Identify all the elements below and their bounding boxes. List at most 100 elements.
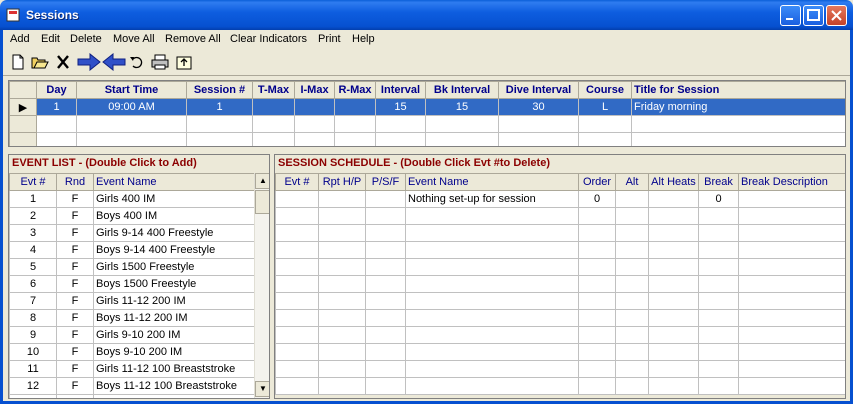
minimize-button[interactable]: [780, 5, 801, 26]
scroll-down-icon[interactable]: ▼: [255, 381, 269, 397]
session-number[interactable]: 1: [186, 98, 253, 116]
event-name[interactable]: Girls 11-12 200 IM: [93, 292, 256, 310]
menu-remove-all[interactable]: Remove All: [165, 33, 221, 45]
event-list-row[interactable]: 8 F Boys 11-12 200 IM: [9, 309, 256, 327]
schedule-row-empty[interactable]: [275, 241, 845, 259]
col-day[interactable]: Day: [36, 81, 77, 99]
event-num[interactable]: 4: [9, 241, 57, 259]
session-interval[interactable]: 15: [375, 98, 426, 116]
event-round[interactable]: F: [56, 309, 94, 327]
col-order[interactable]: Order: [578, 173, 616, 191]
schedule-row-empty[interactable]: [275, 343, 845, 361]
event-list-row[interactable]: 1 F Girls 400 IM: [9, 190, 256, 208]
event-num[interactable]: 5: [9, 258, 57, 276]
sched-break[interactable]: 0: [698, 190, 739, 208]
event-list-row[interactable]: 11 F Girls 11-12 100 Breaststroke: [9, 360, 256, 378]
event-round[interactable]: F: [56, 190, 94, 208]
event-name[interactable]: Girls 9-10 200 IM: [93, 326, 256, 344]
schedule-row[interactable]: Nothing set-up for session 0 0: [275, 190, 845, 208]
event-list-row[interactable]: 9 F Girls 9-10 200 IM: [9, 326, 256, 344]
event-name[interactable]: Girls 11-12 100 Breaststroke: [93, 360, 256, 378]
col-r-max[interactable]: R-Max: [334, 81, 376, 99]
event-list-row[interactable]: 12 F Boys 11-12 100 Breaststroke: [9, 377, 256, 395]
event-num[interactable]: 6: [9, 275, 57, 293]
event-list-scrollbar[interactable]: ▲ ▼: [254, 173, 269, 398]
col-break-description[interactable]: Break Description: [738, 173, 845, 191]
schedule-row-empty[interactable]: [275, 309, 845, 327]
menu-clear-indicators[interactable]: Clear Indicators: [230, 33, 307, 45]
move-left-arrow-icon[interactable]: [102, 53, 126, 71]
event-name[interactable]: Boys 1500 Freestyle: [93, 275, 256, 293]
event-round[interactable]: F: [56, 207, 94, 225]
event-list-row[interactable]: 3 F Girls 9-14 400 Freestyle: [9, 224, 256, 242]
col-course[interactable]: Course: [578, 81, 632, 99]
sched-order[interactable]: 0: [578, 190, 616, 208]
title-bar[interactable]: Sessions: [0, 0, 853, 30]
session-row[interactable]: ▶ 1 09:00 AM 1 15 15 30 L Friday morning: [9, 98, 845, 116]
event-list-row[interactable]: 5 F Girls 1500 Freestyle: [9, 258, 256, 276]
sched-break-description[interactable]: [738, 190, 845, 208]
col-i-max[interactable]: I-Max: [294, 81, 335, 99]
event-round[interactable]: F: [56, 224, 94, 242]
event-name[interactable]: Boys 11-12 100 Breaststroke: [93, 377, 256, 395]
event-list-row[interactable]: 10 F Boys 9-10 200 IM: [9, 343, 256, 361]
col-sched-evt-num[interactable]: Evt #: [275, 173, 319, 191]
event-name[interactable]: Girls 9-10 100 Breaststroke: [93, 394, 256, 398]
event-round[interactable]: F: [56, 241, 94, 259]
event-num[interactable]: 11: [9, 360, 57, 378]
event-round[interactable]: F: [56, 394, 94, 398]
event-list-row[interactable]: 6 F Boys 1500 Freestyle: [9, 275, 256, 293]
schedule-row-empty[interactable]: [275, 377, 845, 395]
col-rnd[interactable]: Rnd: [56, 173, 94, 191]
event-list-row[interactable]: 2 F Boys 400 IM: [9, 207, 256, 225]
schedule-row-empty[interactable]: [275, 292, 845, 310]
event-round[interactable]: F: [56, 377, 94, 395]
undo-icon[interactable]: [128, 53, 146, 71]
schedule-row-empty[interactable]: [275, 360, 845, 378]
col-start-time[interactable]: Start Time: [76, 81, 187, 99]
event-num[interactable]: 8: [9, 309, 57, 327]
event-name[interactable]: Girls 9-14 400 Freestyle: [93, 224, 256, 242]
event-name[interactable]: Boys 400 IM: [93, 207, 256, 225]
schedule-row-empty[interactable]: [275, 275, 845, 293]
col-rpt-hp[interactable]: Rpt H/P: [318, 173, 366, 191]
col-dive-interval[interactable]: Dive Interval: [498, 81, 579, 99]
sched-evt-num[interactable]: [275, 190, 319, 208]
col-session-num[interactable]: Session #: [186, 81, 253, 99]
col-title[interactable]: Title for Session: [631, 81, 845, 99]
schedule-row-empty[interactable]: [275, 224, 845, 242]
schedule-row-empty[interactable]: [275, 258, 845, 276]
event-round[interactable]: F: [56, 292, 94, 310]
delete-x-icon[interactable]: [54, 53, 72, 71]
event-num[interactable]: 7: [9, 292, 57, 310]
session-row-empty[interactable]: [9, 115, 845, 133]
menu-edit[interactable]: Edit: [41, 33, 60, 45]
event-round[interactable]: F: [56, 343, 94, 361]
col-psf[interactable]: P/S/F: [365, 173, 406, 191]
schedule-row-empty[interactable]: [275, 326, 845, 344]
sched-psf[interactable]: [365, 190, 406, 208]
event-round[interactable]: F: [56, 360, 94, 378]
event-name[interactable]: Girls 400 IM: [93, 190, 256, 208]
menu-help[interactable]: Help: [352, 33, 375, 45]
session-dive-interval[interactable]: 30: [498, 98, 579, 116]
event-round[interactable]: F: [56, 326, 94, 344]
event-num[interactable]: 2: [9, 207, 57, 225]
session-start-time[interactable]: 09:00 AM: [76, 98, 187, 116]
new-icon[interactable]: [9, 53, 27, 71]
event-num[interactable]: 1: [9, 190, 57, 208]
event-num[interactable]: 9: [9, 326, 57, 344]
event-name[interactable]: Boys 9-10 200 IM: [93, 343, 256, 361]
event-name[interactable]: Girls 1500 Freestyle: [93, 258, 256, 276]
menu-delete[interactable]: Delete: [70, 33, 102, 45]
menu-add[interactable]: Add: [10, 33, 30, 45]
col-evt-num[interactable]: Evt #: [9, 173, 57, 191]
event-num[interactable]: 10: [9, 343, 57, 361]
event-name[interactable]: Boys 11-12 200 IM: [93, 309, 256, 327]
schedule-row-empty[interactable]: [275, 207, 845, 225]
session-i-max[interactable]: [294, 98, 335, 116]
move-right-arrow-icon[interactable]: [77, 53, 101, 71]
print-icon[interactable]: [151, 53, 169, 71]
event-list-row[interactable]: 4 F Boys 9-14 400 Freestyle: [9, 241, 256, 259]
event-round[interactable]: F: [56, 275, 94, 293]
